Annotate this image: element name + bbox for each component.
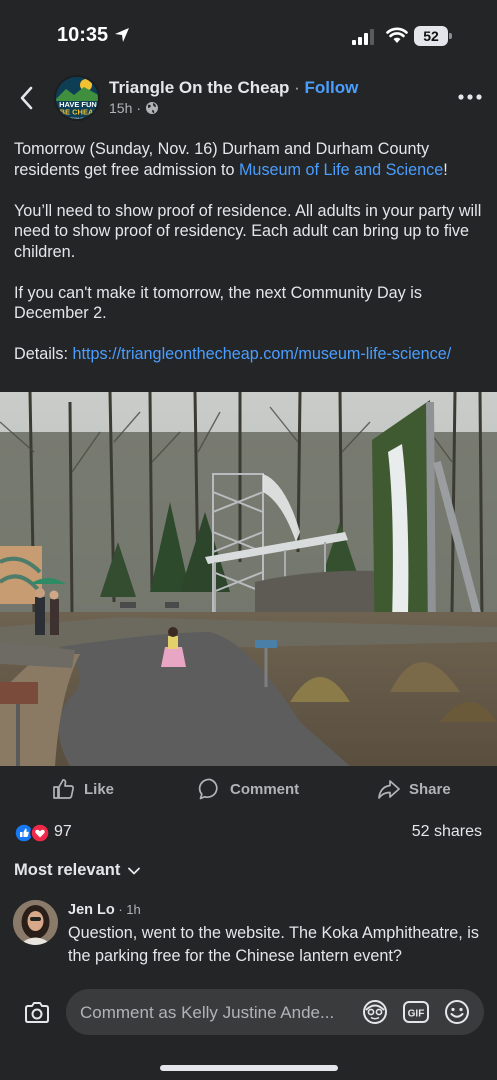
battery-icon: 52 — [414, 26, 452, 46]
page-logo-icon: HAVE FUN. BE CHEAP TRIANGLE — [56, 77, 99, 121]
post-paragraph-1: Tomorrow (Sunday, Nov. 16) Durham and Du… — [14, 139, 484, 180]
follow-button[interactable]: Follow — [305, 78, 359, 97]
like-button[interactable]: Like — [52, 776, 114, 802]
back-chevron-icon[interactable] — [16, 84, 38, 112]
avatar-sticker-icon[interactable] — [362, 999, 388, 1025]
museum-link[interactable]: Museum of Life and Science — [239, 161, 443, 179]
battery-level: 52 — [414, 26, 448, 46]
comment-input[interactable]: Comment as Kelly Justine Ande... GIF — [66, 989, 484, 1035]
status-bar: 10:35 52 — [0, 0, 497, 68]
post-age: 15h — [109, 100, 133, 116]
gif-icon[interactable]: GIF — [403, 1001, 429, 1023]
page-avatar[interactable]: HAVE FUN. BE CHEAP TRIANGLE — [54, 75, 100, 121]
details-link[interactable]: https://triangleonthecheap.com/museum-li… — [72, 345, 451, 363]
share-button[interactable]: Share — [377, 776, 451, 802]
post-paragraph-3: If you can't make it tomorrow, the next … — [14, 283, 422, 323]
post-photo[interactable] — [0, 392, 497, 766]
share-arrow-icon — [378, 780, 400, 799]
comment-author[interactable]: Jen Lo — [68, 902, 115, 918]
page-name-line: Triangle On the Cheap · Follow — [109, 78, 358, 98]
battery-tip — [449, 33, 452, 39]
thumbs-up-icon — [53, 779, 74, 799]
wifi-icon — [386, 27, 408, 43]
share-label: Share — [409, 780, 451, 798]
chevron-down-icon — [128, 867, 141, 874]
reaction-count[interactable]: 97 — [54, 823, 72, 841]
reactions-summary: 97 52 shares — [14, 822, 484, 846]
post-meta: 15h · — [109, 100, 159, 116]
logo-text-3: TRIANGLE — [70, 117, 89, 121]
comment-bubble-icon — [198, 778, 218, 800]
comment-label: Comment — [230, 780, 300, 798]
post-header: HAVE FUN. BE CHEAP TRIANGLE Triangle On … — [0, 68, 497, 128]
camera-icon[interactable] — [23, 1001, 51, 1025]
reaction-icons[interactable] — [14, 823, 50, 843]
park-scene-image — [0, 392, 497, 766]
page-name[interactable]: Triangle On the Cheap — [109, 78, 289, 97]
comment-author-line: Jen Lo · 1h — [68, 902, 141, 918]
commenter-photo — [13, 900, 58, 945]
comment-item: Jen Lo · 1h Question, went to the websit… — [0, 898, 497, 988]
comments-filter[interactable]: Most relevant — [14, 861, 141, 880]
post-action-bar: Like Comment Share — [0, 770, 497, 808]
post-paragraph-4: Details: https://triangleonthecheap.com/… — [14, 344, 484, 365]
comment-button[interactable]: Comment — [198, 776, 299, 802]
post-body: Tomorrow (Sunday, Nov. 16) Durham and Du… — [14, 139, 484, 385]
like-label: Like — [84, 780, 115, 798]
cellular-signal-icon — [352, 29, 374, 45]
home-indicator[interactable] — [160, 1065, 338, 1071]
more-options-icon[interactable] — [458, 94, 482, 100]
comment-text: Question, went to the website. The Koka … — [68, 924, 479, 965]
name-separator: · — [289, 78, 305, 97]
post-paragraph-2: You’ll need to show proof of residence. … — [14, 201, 482, 261]
comment-composer: Comment as Kelly Justine Ande... GIF — [0, 985, 497, 1080]
shares-count[interactable]: 52 shares — [412, 823, 482, 841]
globe-icon — [146, 102, 159, 114]
details-label: Details: — [14, 345, 73, 363]
location-arrow-icon — [115, 28, 129, 42]
comments-filter-label: Most relevant — [14, 861, 121, 879]
logo-text-2: BE CHEAP — [60, 108, 99, 117]
meta-separator: · — [136, 100, 142, 116]
commenter-avatar[interactable] — [13, 900, 58, 945]
emoji-icon[interactable] — [444, 999, 470, 1025]
comment-time: · 1h — [114, 902, 141, 917]
p1-after: ! — [443, 160, 448, 179]
gif-label: GIF — [408, 1009, 425, 1020]
comment-placeholder: Comment as Kelly Justine Ande... — [80, 1003, 335, 1022]
status-time: 10:35 — [57, 24, 109, 46]
